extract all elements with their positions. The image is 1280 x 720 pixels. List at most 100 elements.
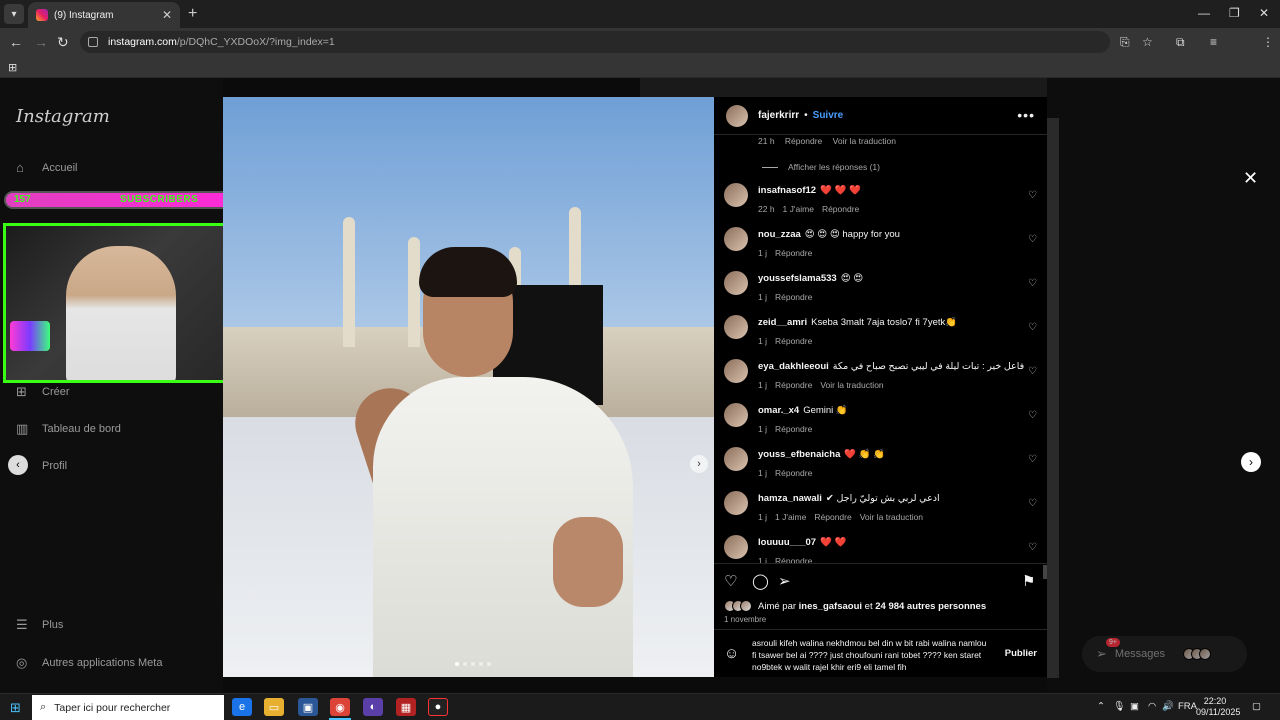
comment-like-heart-icon[interactable]: ♡ (1028, 410, 1037, 421)
kebab-menu-icon[interactable]: ⋮ (1262, 35, 1274, 49)
microphone-icon[interactable]: 🎙 (1113, 701, 1125, 712)
sidebar-item-dashboard[interactable]: ▥ Tableau de bord (16, 421, 121, 437)
reply-button[interactable]: Répondre (822, 204, 859, 214)
site-info-icon[interactable] (88, 37, 98, 47)
commenter-username[interactable]: louuuu___07 (758, 537, 816, 548)
commenter-avatar[interactable] (724, 227, 748, 251)
commenter-avatar[interactable] (724, 315, 748, 339)
restore-icon[interactable]: ❐ (1229, 6, 1240, 20)
minimize-icon[interactable]: — (1198, 6, 1210, 20)
comment-like-heart-icon[interactable]: ♡ (1028, 278, 1037, 289)
taskbar-search[interactable]: ⌕ Taper ici pour rechercher (32, 695, 224, 720)
save-bookmark-icon[interactable]: ⚑ (1022, 572, 1035, 590)
comment-like-heart-icon[interactable]: ♡ (1028, 366, 1037, 377)
comment-bubble-icon[interactable]: ◯ (752, 572, 769, 590)
recording-app-icon[interactable]: ● (428, 698, 448, 716)
commenter-username[interactable]: youssefslama533 (758, 273, 837, 284)
liked-by-user[interactable]: ines_gafsaoui (799, 601, 862, 612)
show-replies-button[interactable]: Afficher les réponses (1) (762, 162, 880, 172)
commenter-avatar[interactable] (724, 183, 748, 207)
commenter-username[interactable]: zeid__amri (758, 317, 807, 328)
streaming-app-icon[interactable]: ▦ (396, 698, 416, 716)
reply-button[interactable]: Répondre (775, 336, 812, 346)
volume-icon[interactable]: 🔊 (1162, 701, 1174, 712)
comment-like-heart-icon[interactable]: ♡ (1028, 498, 1037, 509)
tray-chevron-icon[interactable]: ⌃ (1097, 701, 1105, 712)
reply-button[interactable]: Répondre (775, 556, 812, 563)
reply-button[interactable]: Répondre (785, 136, 822, 146)
url-bar[interactable]: instagram.com /p/DQhC_YXDOoX/?img_index=… (80, 31, 1110, 53)
chrome-icon[interactable]: ◉ (330, 698, 350, 716)
messages-button[interactable]: ➢ 9+ Messages (1082, 636, 1247, 672)
comment-like-heart-icon[interactable]: ♡ (1028, 190, 1037, 201)
new-tab-plus-icon[interactable]: + (188, 5, 197, 23)
tab-search-chevron-icon[interactable]: ▾ (4, 4, 24, 24)
reply-button[interactable]: Répondre (775, 248, 812, 258)
sidebar-item-home[interactable]: ⌂ Accueil (16, 160, 77, 175)
commenter-avatar[interactable] (724, 535, 748, 559)
network-icon[interactable]: ▣ (1130, 701, 1139, 712)
reply-button[interactable]: Répondre (775, 380, 812, 390)
edge-icon[interactable]: e (232, 698, 252, 716)
reply-button[interactable]: Répondre (775, 292, 812, 302)
notifications-icon[interactable]: ▢ (1252, 701, 1261, 712)
install-app-icon[interactable]: ⎘ (1120, 35, 1130, 50)
file-explorer-icon[interactable]: ▭ (264, 698, 284, 716)
commenter-avatar[interactable] (724, 447, 748, 471)
close-window-icon[interactable]: ✕ (1259, 6, 1269, 20)
browser-tab[interactable]: (9) Instagram ✕ (28, 2, 180, 28)
comment-like-heart-icon[interactable]: ♡ (1028, 542, 1037, 553)
author-avatar[interactable] (726, 104, 748, 127)
reply-button[interactable]: Répondre (814, 512, 851, 522)
close-icon[interactable]: ✕ (1243, 168, 1258, 189)
more-options-icon[interactable]: ••• (1017, 107, 1035, 123)
translate-button[interactable]: Voir la traduction (860, 512, 923, 522)
language-indicator[interactable]: FRA (1178, 701, 1197, 712)
reading-list-icon[interactable]: ≡ (1210, 35, 1217, 49)
back-arrow-icon[interactable]: ← (9, 34, 23, 50)
translate-button[interactable]: Voir la traduction (833, 136, 896, 146)
translate-button[interactable]: Voir la traduction (820, 380, 883, 390)
wifi-icon[interactable]: ◠ (1148, 701, 1156, 712)
commenter-username[interactable]: insafnasof12 (758, 185, 816, 196)
sidebar-item-more[interactable]: ☰ Plus (16, 617, 63, 633)
share-send-icon[interactable]: ➢ (778, 572, 791, 590)
emoji-icon[interactable]: ☺ (724, 645, 739, 662)
app-icon[interactable]: ◐ (363, 698, 383, 716)
sidebar-item-meta-apps[interactable]: ◎ Autres applications Meta (16, 655, 162, 671)
instagram-logo[interactable]: Instagram (16, 106, 110, 127)
bookmark-star-icon[interactable]: ☆ (1142, 35, 1153, 49)
commenter-avatar[interactable] (724, 271, 748, 295)
reply-button[interactable]: Répondre (775, 424, 812, 434)
post-image[interactable] (223, 97, 714, 677)
windows-start-icon[interactable]: ⊞ (10, 700, 21, 716)
reload-icon[interactable]: ↻ (57, 34, 69, 51)
forward-arrow-icon[interactable]: → (34, 34, 48, 50)
sidebar-item-create[interactable]: ⊞ Créer (16, 384, 70, 400)
store-icon[interactable]: ▣ (298, 698, 318, 716)
close-tab-icon[interactable]: ✕ (162, 8, 172, 22)
comment-like-heart-icon[interactable]: ♡ (1028, 322, 1037, 333)
liked-by-count[interactable]: 24 984 autres personnes (875, 601, 986, 612)
previous-post-chevron-icon[interactable]: ‹ (8, 455, 28, 475)
commenter-username[interactable]: hamza_nawali (758, 493, 822, 504)
author-username[interactable]: fajerkrirr (758, 110, 799, 121)
follow-button[interactable]: Suivre (813, 110, 844, 121)
comment-likes[interactable]: 1 J'aime (783, 204, 814, 214)
comment-like-heart-icon[interactable]: ♡ (1028, 454, 1037, 465)
publish-button[interactable]: Publier (1005, 648, 1037, 659)
extensions-puzzle-icon[interactable]: ⧉ (1176, 35, 1185, 50)
comment-list[interactable]: 21 h Répondre Voir la traduction Affiche… (714, 135, 1047, 563)
apps-grid-icon[interactable]: ⊞ (8, 61, 17, 74)
comment-likes[interactable]: 1 J'aime (775, 512, 806, 522)
commenter-username[interactable]: nou_zzaa (758, 229, 801, 240)
system-clock[interactable]: 22:20 09/11/2025 (1196, 696, 1240, 718)
comment-like-heart-icon[interactable]: ♡ (1028, 234, 1037, 245)
reply-button[interactable]: Répondre (775, 468, 812, 478)
carousel-next-chevron-icon[interactable]: › (690, 455, 708, 473)
commenter-username[interactable]: youss_efbenaicha (758, 449, 840, 460)
commenter-avatar[interactable] (724, 403, 748, 427)
commenter-username[interactable]: eya_dakhleeoui (758, 361, 829, 372)
liked-by[interactable]: Aimé par ines_gafsaoui et 24 984 autres … (724, 600, 986, 612)
commenter-avatar[interactable] (724, 491, 748, 515)
